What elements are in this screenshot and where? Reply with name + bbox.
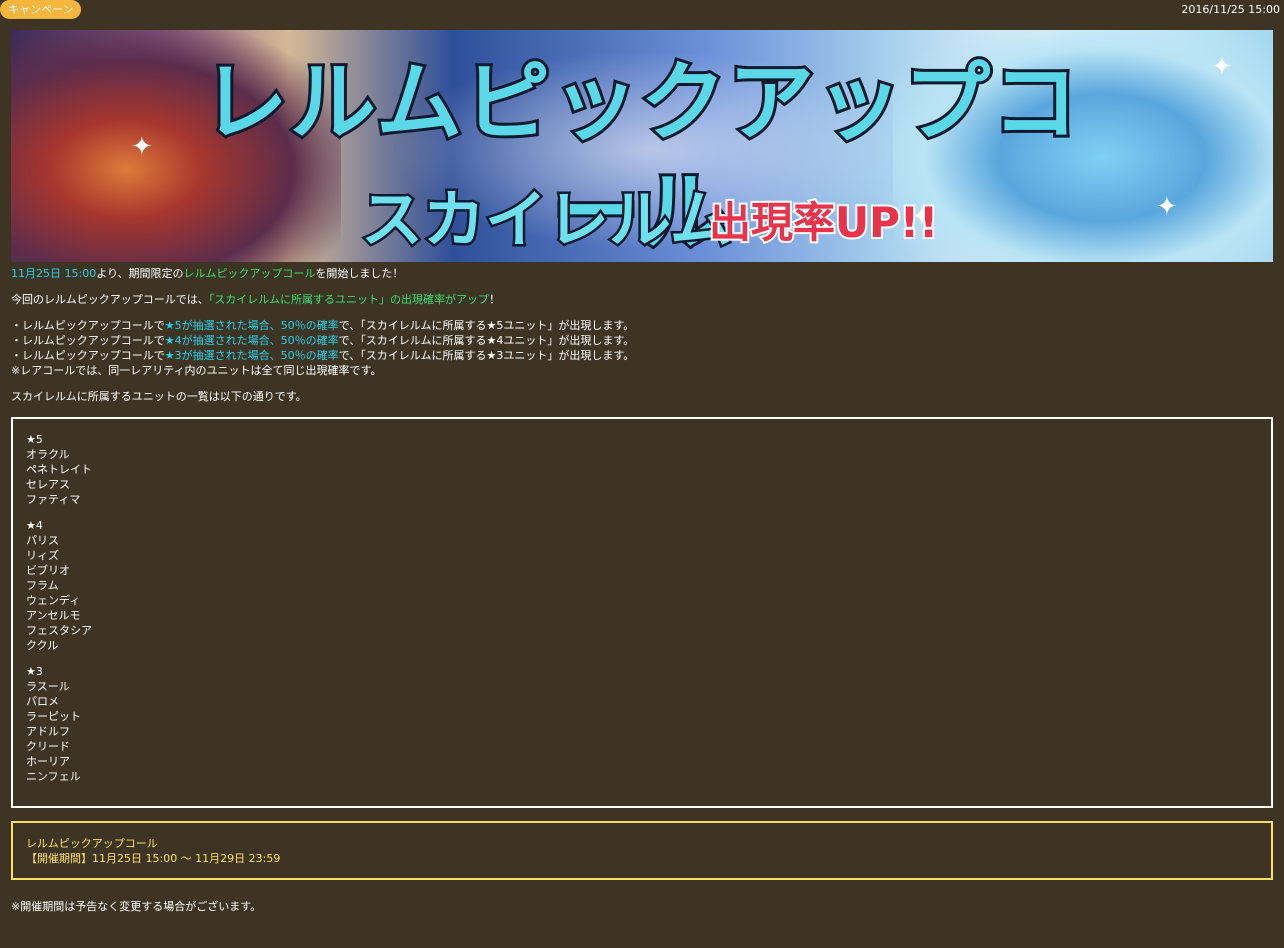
rate-highlight: ★4が抽選された場合、50％の確率 <box>164 334 339 347</box>
list-item: フラム <box>26 579 59 592</box>
banner-title: レルムピックアップコール <box>199 50 1081 262</box>
event-name: レルムピックアップコール <box>26 837 158 850</box>
list-item: ラーピット <box>26 710 81 723</box>
rate-up-text: 今回のレルムピックアップコールでは、 <box>11 293 209 306</box>
unit-list-intro: スカイレルムに所属するユニットの一覧は以下の通りです。 <box>11 390 307 403</box>
list-item: パリス <box>26 534 59 547</box>
post-date: 2016/11/25 15:00 <box>1181 3 1280 16</box>
list-item: アドルフ <box>26 725 70 738</box>
event-period: 【開催期間】11月25日 15:00 ～ 11月29日 23:59 <box>26 852 281 865</box>
rarity-label: ★3 <box>26 665 43 678</box>
unit-group-star5: ★5 オラクル ペネトレイト セレアス ファティマ <box>26 432 1258 507</box>
category-badge: キャンペーン <box>0 0 82 19</box>
list-item: クリード <box>26 740 70 753</box>
list-item: ウェンディ <box>26 594 81 607</box>
list-item: オラクル <box>26 448 70 461</box>
event-name-highlight: レルムピックアップコール <box>183 267 316 280</box>
intro-line: 11月25日 15:00より、期間限定のレルムピックアップコールを開始しました！ <box>11 266 1273 281</box>
rate-up-line: 今回のレルムピックアップコールでは、「スカイレルムに所属するユニット」の出現確率… <box>11 292 1273 307</box>
sparkle-icon: ✦ <box>1211 52 1233 82</box>
article-body: 11月25日 15:00より、期間限定のレルムピックアップコールを開始しました！… <box>11 266 1273 914</box>
intro-text: を開始しました！ <box>315 267 404 280</box>
header-bar: キャンペーン 2016/11/25 15:00 <box>0 0 1284 20</box>
list-item: パロメ <box>26 695 59 708</box>
rare-call-note: ※レアコールでは、同一レアリティ内のユニットは全て同じ出現確率です。 <box>11 364 382 377</box>
unit-group-star4: ★4 パリス リィズ ビブリオ フラム ウェンディ アンセルモ フェスタシア ク… <box>26 518 1258 653</box>
rate-highlight: ★3が抽選された場合、50％の確率 <box>164 349 339 362</box>
list-item: セレアス <box>26 478 70 491</box>
unit-list-box: ★5 オラクル ペネトレイト セレアス ファティマ ★4 パリス リィズ ビブリ… <box>11 417 1273 808</box>
list-item: ニンフェル <box>26 770 81 783</box>
rate-item: ・レルムピックアップコールで★5が抽選された場合、50％の確率で、「スカイレルム… <box>11 318 1273 333</box>
rate-prefix: ・レルムピックアップコールで <box>11 319 165 332</box>
rate-item: ・レルムピックアップコールで★3が抽選された場合、50％の確率で、「スカイレルム… <box>11 348 1273 363</box>
list-item: ファティマ <box>26 493 81 506</box>
rarity-label: ★5 <box>26 433 43 446</box>
list-item: フェスタシア <box>26 624 92 637</box>
rate-up-highlight: 「スカイレルムに所属するユニット」の出現確率がアップ <box>208 293 490 306</box>
list-item: ホーリア <box>26 755 70 768</box>
rate-prefix: ・レルムピックアップコールで <box>11 334 165 347</box>
banner-subtitle: スカイレルム <box>359 181 735 259</box>
list-item: リィズ <box>26 549 59 562</box>
rate-up-text: ！ <box>489 293 501 306</box>
rarity-label: ★4 <box>26 519 43 532</box>
rate-suffix: で、「スカイレルムに所属する★3ユニット」が出現します。 <box>338 349 635 362</box>
rate-list: ・レルムピックアップコールで★5が抽選された場合、50％の確率で、「スカイレルム… <box>11 318 1273 378</box>
event-period-box: レルムピックアップコール 【開催期間】11月25日 15:00 ～ 11月29日… <box>11 821 1273 880</box>
footnote: ※開催期間は予告なく変更する場合がございます。 <box>11 900 262 913</box>
intro-text: より、期間限定の <box>96 267 184 280</box>
rate-item: ・レルムピックアップコールで★4が抽選された場合、50％の確率で、「スカイレルム… <box>11 333 1273 348</box>
rate-prefix: ・レルムピックアップコールで <box>11 349 165 362</box>
banner-rate-up: 出現率UP!! <box>707 196 940 249</box>
list-item: ペネトレイト <box>26 463 92 476</box>
campaign-banner: ✦ ✦ ✦ ✦ レルムピックアップコール スカイレルム 出現率UP!! <box>11 30 1273 262</box>
list-item: ククル <box>26 639 59 652</box>
list-item: ラスール <box>26 680 70 693</box>
list-item: ビブリオ <box>26 564 70 577</box>
sparkle-icon: ✦ <box>1156 192 1178 222</box>
rate-highlight: ★5が抽選された場合、50％の確率 <box>164 319 339 332</box>
rate-suffix: で、「スカイレルムに所属する★4ユニット」が出現します。 <box>338 334 635 347</box>
sparkle-icon: ✦ <box>131 132 153 162</box>
list-item: アンセルモ <box>26 609 81 622</box>
rate-suffix: で、「スカイレルムに所属する★5ユニット」が出現します。 <box>338 319 635 332</box>
unit-group-star3: ★3 ラスール パロメ ラーピット アドルフ クリード ホーリア ニンフェル <box>26 664 1258 784</box>
start-date-highlight: 11月25日 15:00 <box>11 267 97 280</box>
